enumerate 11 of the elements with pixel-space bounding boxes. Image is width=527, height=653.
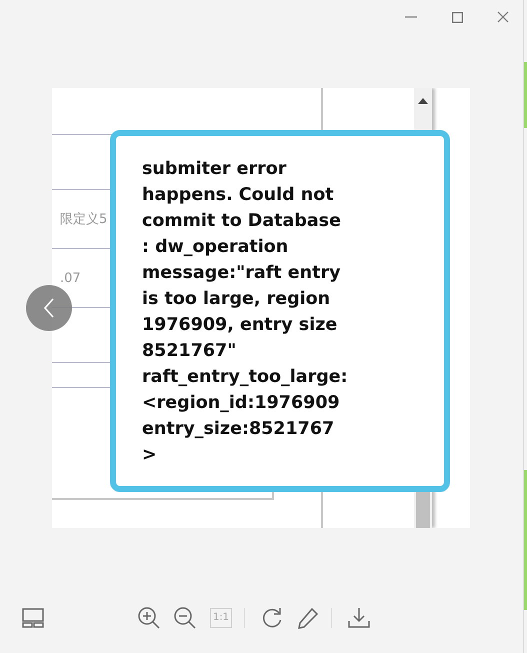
close-icon <box>497 11 509 23</box>
previous-button[interactable] <box>26 285 72 331</box>
zoom-out-button[interactable] <box>172 604 198 630</box>
maximize-icon <box>452 12 462 22</box>
scroll-up-icon <box>418 98 428 104</box>
chevron-left-icon <box>43 298 55 318</box>
minimize-icon <box>405 16 417 18</box>
table-cell-text: .07 <box>59 270 81 286</box>
zoom-in-button[interactable] <box>136 604 162 630</box>
error-message: submiter error happens. Could not commit to Database : dw_operation message:"raft entry is too large, region 1976909, entry size 8521767" raft_entry_too_large: <region_id:1976909 entry_size:8521767 > <box>142 158 349 467</box>
table-cell-text: 限定义5 <box>59 211 108 228</box>
